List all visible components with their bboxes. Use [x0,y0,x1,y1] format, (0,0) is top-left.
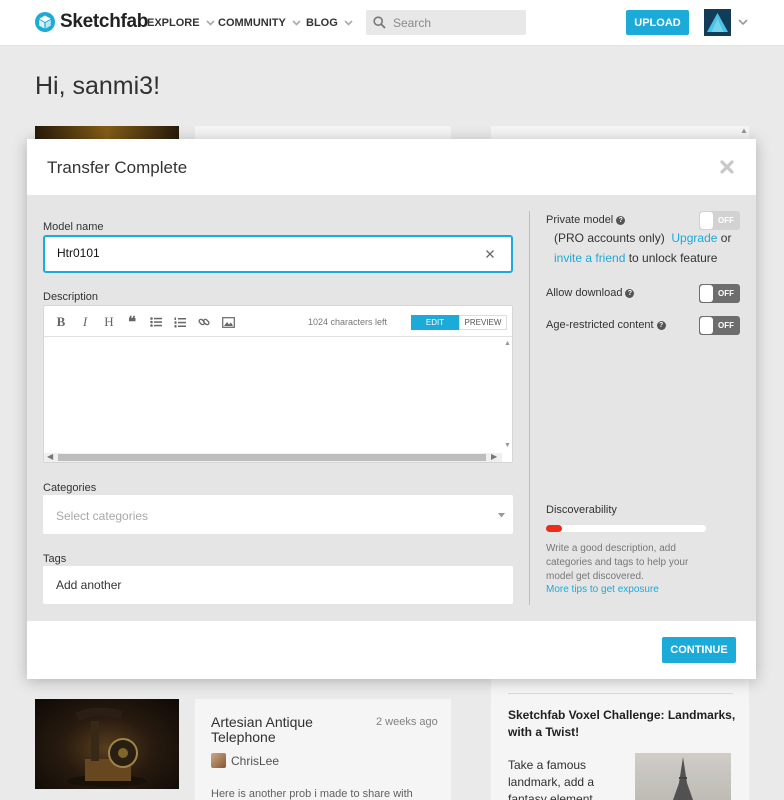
modal-title: Transfer Complete [47,158,188,177]
age-restricted-toggle[interactable]: OFF [699,316,740,335]
numbered-list-icon[interactable] [172,314,188,330]
or-text: or [720,231,732,245]
categories-placeholder: Select categories [56,509,149,523]
preview-tab[interactable]: PREVIEW [459,315,507,330]
chevron-down-icon [206,20,215,26]
categories-select[interactable]: Select categories [43,495,513,534]
caret-down-icon [498,513,505,518]
chevron-down-icon[interactable] [738,19,748,26]
modal-header: Transfer Complete [27,139,756,195]
toggle-knob [700,317,713,334]
discoverability-label: Discoverability [546,504,617,516]
heading-icon[interactable]: H [101,314,117,330]
model-name-label: Model name [43,221,104,233]
age-restricted-text: Age-restricted content [546,319,654,331]
more-tips-link[interactable]: More tips to get exposure [546,584,659,595]
transfer-complete-modal: Transfer Complete Model name Description… [27,139,756,679]
nav-blog[interactable]: BLOG [306,17,353,29]
scroll-up-icon[interactable]: ▲ [504,340,511,347]
image-icon[interactable] [220,314,236,330]
model-name-field[interactable] [43,235,513,273]
upgrade-link[interactable]: Upgrade [671,231,717,245]
tags-input[interactable] [56,578,356,592]
model-name-input[interactable] [57,246,467,260]
invite-friend-link[interactable]: invite a friend [554,251,625,265]
bullet-list-icon[interactable] [148,314,164,330]
categories-label: Categories [43,482,97,494]
pro-accounts-text: (PRO accounts only) [554,231,665,245]
help-icon[interactable]: ? [625,288,635,298]
unlock-text: to unlock feature [628,251,718,265]
toggle-knob [700,212,713,229]
top-navigation-bar: Sketchfab EXPLORE COMMUNITY BLOG UPLOAD [0,0,784,46]
invite-note: invite a friend to unlock feature [554,251,717,265]
edit-tab[interactable]: EDIT [411,315,459,330]
horizontal-scrollbar[interactable]: ◀ ▶ [44,452,502,462]
help-icon[interactable]: ? [656,320,666,330]
allow-download-toggle[interactable]: OFF [699,284,740,303]
search-box[interactable] [366,10,526,35]
avatar-triangle-icon [704,9,731,36]
private-model-label: Private model ? [546,214,626,226]
search-icon [373,16,386,29]
nav-explore-label: EXPLORE [147,17,200,29]
chevron-down-icon [344,20,353,26]
toggle-state: OFF [718,216,734,225]
discoverability-help: Write a good description, add categories… [546,543,689,582]
nav-blog-label: BLOG [306,17,338,29]
toggle-state: OFF [718,321,734,330]
close-icon[interactable] [719,159,735,175]
description-editor: B I H ❝ 1024 characters left EDIT PREVIE… [43,305,513,463]
characters-left: 1024 characters left [308,317,388,327]
scroll-right-icon[interactable]: ▶ [491,452,497,461]
search-input[interactable] [393,15,523,30]
chevron-down-icon [292,20,301,26]
allow-download-label: Allow download ? [546,287,635,299]
age-restricted-label: Age-restricted content ? [546,319,666,331]
logo-text: Sketchfab [60,11,149,32]
toggle-knob [700,285,713,302]
quote-icon[interactable]: ❝ [124,314,140,331]
nav-community[interactable]: COMMUNITY [218,17,301,29]
link-icon[interactable] [196,314,212,330]
clear-icon[interactable] [485,249,495,259]
editor-toolbar: B I H ❝ 1024 characters left EDIT PREVIE… [44,306,512,337]
toggle-state: OFF [718,289,734,298]
description-label: Description [43,291,99,303]
nav-community-label: COMMUNITY [218,17,286,29]
help-icon[interactable]: ? [616,215,626,225]
upload-button[interactable]: UPLOAD [626,10,689,35]
nav-explore[interactable]: EXPLORE [147,17,215,29]
allow-download-text: Allow download [546,287,623,299]
vertical-scrollbar[interactable]: ▲ ▼ [502,338,512,453]
private-model-toggle[interactable]: OFF [699,211,740,230]
bold-icon[interactable]: B [53,314,69,330]
column-divider [529,211,530,605]
discoverability-fill [546,525,562,532]
italic-icon[interactable]: I [77,314,93,330]
discoverability-meter [546,525,706,532]
sketchfab-cube-icon [35,12,55,32]
tags-label: Tags [43,553,67,565]
continue-button[interactable]: CONTINUE [662,637,736,663]
sketchfab-logo[interactable]: Sketchfab [35,11,148,33]
modal-footer: CONTINUE [27,621,756,679]
scrollbar-thumb[interactable] [58,454,486,461]
private-model-text: Private model [546,214,614,226]
tags-field[interactable] [43,566,513,604]
description-textarea[interactable] [44,338,502,453]
scroll-left-icon[interactable]: ◀ [47,452,53,461]
scroll-down-icon[interactable]: ▼ [504,442,511,449]
user-avatar[interactable] [704,9,731,36]
pro-accounts-note: (PRO accounts only) Upgrade or [554,231,731,245]
